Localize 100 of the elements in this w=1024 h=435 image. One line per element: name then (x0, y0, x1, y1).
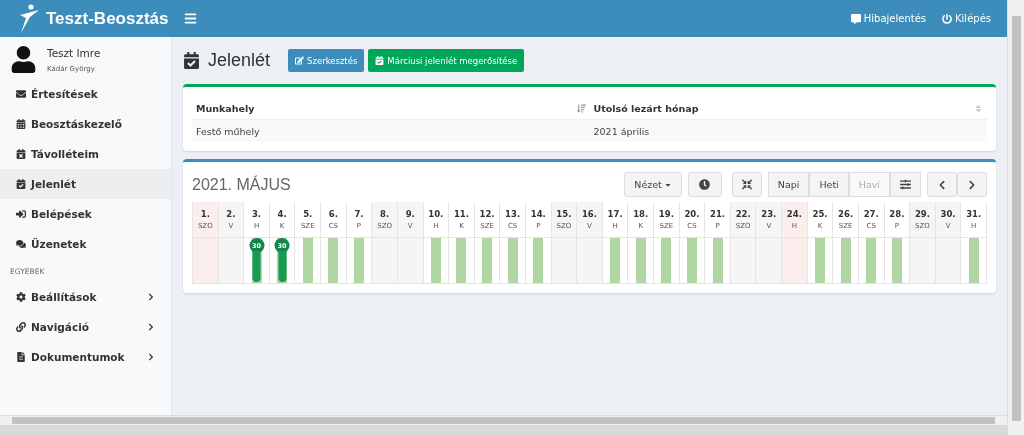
attendance-bar (430, 238, 441, 283)
day-number: 1. (200, 209, 210, 219)
page-title: Jelenlét (208, 50, 271, 71)
day-number: 19. (658, 209, 674, 219)
day-number: 21. (710, 209, 726, 219)
settings-icon (16, 292, 26, 302)
sidebar-item[interactable]: Belépések (0, 199, 171, 229)
sidebar-item[interactable]: Távolléteim (0, 139, 171, 169)
sidebar-item[interactable]: Navigáció (0, 312, 171, 342)
view-tab[interactable]: Heti (809, 172, 849, 197)
day-number: 25. (812, 209, 828, 219)
calendar-check-icon (16, 179, 26, 189)
filter-button[interactable] (890, 172, 921, 197)
logout-link[interactable]: Kilépés (942, 13, 991, 24)
chat-bubbles-icon (16, 239, 26, 249)
day-number: 17. (607, 209, 623, 219)
view-dropdown[interactable]: Nézet (624, 172, 682, 197)
view-tab[interactable]: Napi (767, 172, 810, 197)
sort-icon (576, 103, 586, 113)
user-avatar-icon (10, 46, 37, 73)
attendance-bar (533, 238, 544, 283)
attendance-bar (456, 238, 467, 283)
day-number: 10. (428, 209, 444, 219)
attendance-bar (815, 238, 825, 283)
chevron-right-icon (967, 179, 977, 190)
brand-name[interactable]: Teszt-Beosztás (46, 8, 169, 29)
day-number: 24. (786, 209, 802, 219)
power-icon (942, 13, 952, 24)
clock-icon (699, 179, 711, 190)
next-button[interactable] (957, 172, 987, 197)
day-number: 18. (633, 209, 649, 219)
table-cell: 2021 április (589, 120, 987, 142)
sidebar-item[interactable]: Dokumentumok (0, 342, 171, 372)
day-number: 15. (556, 209, 572, 219)
day-number: 12. (479, 209, 495, 219)
chevron-left-icon (937, 179, 947, 190)
link-icon (16, 322, 26, 332)
compress-icon (741, 179, 752, 190)
user-name: Teszt Imre (47, 46, 101, 59)
edit-button[interactable]: Szerkesztés (288, 49, 365, 72)
sort-icon (974, 103, 983, 113)
day-number: 14. (530, 209, 546, 219)
attendance-bar (482, 238, 493, 283)
sliders-icon (900, 179, 911, 190)
calendar-check-icon (375, 56, 385, 65)
day-number: 27. (863, 209, 879, 219)
file-icon (16, 352, 26, 362)
day-number: 9. (405, 209, 415, 219)
day-number: 28. (889, 209, 905, 219)
day-number: 31. (966, 209, 982, 219)
day-number: 26. (838, 209, 854, 219)
day-number: 3. (251, 209, 262, 219)
sidebar-item[interactable]: Üzenetek (0, 229, 171, 259)
vertical-scrollbar[interactable] (1007, 0, 1024, 435)
speech-bubble-icon (850, 13, 861, 24)
sidebar-item[interactable]: Beosztáskezelő (0, 109, 171, 139)
attendance-bar (302, 238, 313, 283)
attendance-bar (328, 238, 339, 283)
day-number: 13. (505, 209, 521, 219)
calendar-check-icon (183, 52, 200, 69)
day-number: 2. (226, 209, 236, 219)
attendance-bar (507, 238, 518, 283)
attendance-bar (610, 238, 621, 283)
runner-logo-icon (18, 3, 40, 34)
day-number: 8. (380, 209, 390, 219)
day-number: 11. (453, 209, 469, 219)
report-link[interactable]: Hibajelentés (850, 13, 926, 24)
calendar-x-icon (16, 149, 26, 159)
sidebar-item[interactable]: Jelenlét (0, 169, 171, 199)
calendar-icon (16, 119, 26, 129)
attendance-bar (866, 238, 877, 283)
sidebar-item[interactable]: Beállítások (0, 282, 171, 312)
attendance-bar (712, 238, 723, 283)
clock-button[interactable] (687, 172, 722, 197)
sidebar-item[interactable]: Értesítések (0, 79, 171, 109)
calendar-title: 2021. MÁJUS (192, 175, 291, 194)
menu-icon[interactable] (184, 12, 197, 25)
edit-icon (295, 56, 305, 65)
day-number: 30. (940, 209, 956, 219)
previous-button[interactable] (927, 172, 957, 197)
day-number: 20. (684, 209, 700, 219)
sign-in-icon (16, 209, 26, 219)
day-number: 29. (914, 209, 930, 219)
attendance-bar (891, 238, 902, 283)
day-number: 7. (354, 209, 364, 219)
attendance-bar (635, 238, 646, 283)
table-cell: Festő műhely (192, 120, 590, 142)
horizontal-scrollbar[interactable] (0, 415, 1007, 425)
attendance-bar (686, 238, 697, 283)
day-number: 23. (761, 209, 777, 219)
attendance-bar (661, 238, 672, 283)
day-number: 4. (277, 209, 287, 219)
envelope-icon (16, 89, 26, 99)
day-number: 22. (735, 209, 751, 219)
attendance-bar (840, 238, 851, 283)
day-number: 5. (303, 209, 313, 219)
attendance-bar (353, 238, 364, 283)
day-number: 16. (581, 209, 597, 219)
day-number: 6. (328, 209, 338, 219)
compress-button[interactable] (731, 172, 762, 197)
